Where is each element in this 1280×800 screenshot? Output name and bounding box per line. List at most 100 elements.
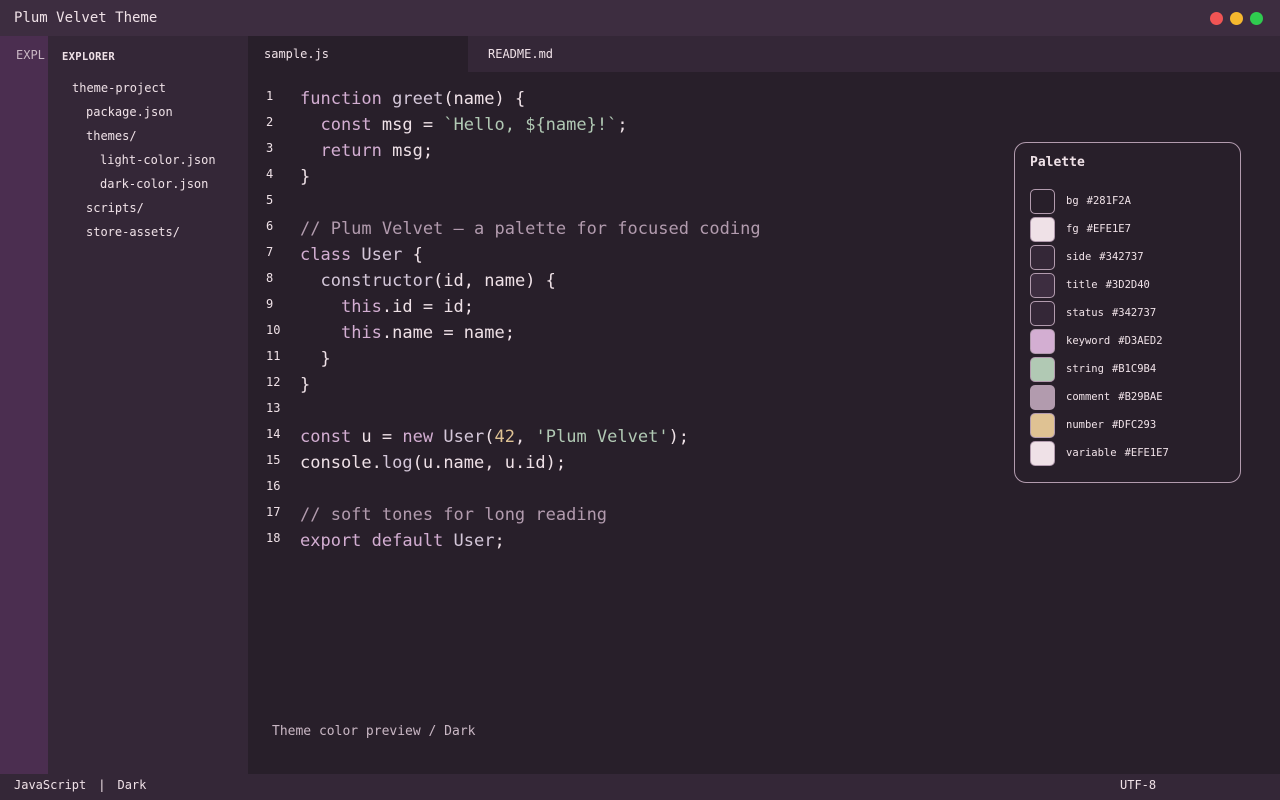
palette-title: Palette [1030,155,1085,170]
code-token: greet [392,89,444,109]
palette-hex: #342737 [1099,251,1144,263]
tree-item[interactable]: themes/ [86,129,137,143]
code-text: } [300,167,310,187]
tree-item[interactable]: scripts/ [86,201,144,215]
code-line: 9 this.id = id; [248,297,1008,323]
palette-label: comment #B29BAE [1066,391,1163,403]
code-token: ; [494,531,505,551]
code-text: class User { [300,245,423,265]
palette-label: side #342737 [1066,251,1144,263]
line-number: 11 [266,349,281,363]
activity-explorer-label[interactable]: EXPL [16,48,45,62]
palette-label: fg #EFE1E7 [1066,223,1131,235]
code-text: } [300,349,331,369]
code-token: 42 [494,427,516,447]
tab-label: sample.js [264,47,330,61]
tree-item[interactable]: theme-project [72,81,166,95]
status-separator: | [98,778,106,792]
line-number: 17 [266,505,281,519]
palette-label: bg #281F2A [1066,195,1131,207]
palette-entry: side #342737 [1030,245,1230,271]
code-token: this [340,297,382,317]
line-number: 5 [266,193,274,207]
code-token: User [443,427,485,447]
palette-label: number #DFC293 [1066,419,1156,431]
tab-sample-js[interactable]: sample.js [248,36,468,72]
code-token: log [381,453,413,473]
status-left: JavaScript | Dark [14,778,146,792]
status-encoding[interactable]: UTF-8 [1120,778,1156,792]
tree-item[interactable]: dark-color.json [100,177,208,191]
code-token: .id = id; [381,297,475,317]
code-line: 16 [248,479,1008,505]
code-token: (u.name, u.id); [412,453,567,473]
palette-entry: string #B1C9B4 [1030,357,1230,383]
code-text: constructor(id, name) { [300,271,555,291]
palette-hex: #B1C9B4 [1111,363,1157,375]
color-swatch [1030,357,1055,382]
code-token: msg = [381,115,444,135]
window-title: Plum Velvet Theme [14,10,158,26]
palette-name: status [1066,307,1104,319]
tree-item[interactable]: light-color.json [100,153,216,167]
code-token: new [402,427,444,447]
code-token: } [300,349,331,369]
tree-item[interactable]: package.json [86,105,173,119]
code-token: ); [668,427,690,447]
code-token: return [320,141,393,161]
code-token: class [300,245,362,265]
code-token: ; [617,115,628,135]
code-token: (name) { [443,89,526,109]
palette-name: variable [1066,447,1117,459]
palette-hex: #342737 [1111,307,1157,319]
line-number: 6 [266,219,274,233]
palette-hex: #D3AED2 [1118,335,1163,347]
close-button[interactable] [1210,12,1223,25]
tree-item[interactable]: store-assets/ [86,225,180,239]
line-number: 13 [266,401,281,415]
palette-entry: number #DFC293 [1030,413,1230,439]
color-swatch [1030,441,1055,466]
code-line: 7 class User { [248,245,1008,271]
palette-label: keyword #D3AED2 [1066,335,1163,347]
code-text: function greet(name) { [300,89,525,109]
palette-entry: title #3D2D40 [1030,273,1230,299]
code-token: const [300,427,362,447]
preview-label: Theme color preview / Dark [272,724,476,739]
code-text: // soft tones for long reading [300,505,607,525]
line-number: 8 [266,271,274,285]
palette-entry: variable #EFE1E7 [1030,441,1230,467]
code-text: const msg = `Hello, ${name}!`; [300,115,628,135]
code-line: 8 constructor(id, name) { [248,271,1008,297]
maximize-button[interactable] [1250,12,1263,25]
line-number: 9 [266,297,274,311]
palette-label: string #B1C9B4 [1066,363,1156,375]
code-token: ( [484,427,495,447]
code-token: function [300,89,393,109]
tab-readme-md[interactable]: README.md [472,36,612,72]
line-number: 12 [266,375,281,389]
palette-entry: fg #EFE1E7 [1030,217,1230,243]
line-number: 16 [266,479,281,493]
code-line: 2 const msg = `Hello, ${name}!`; [248,115,1008,141]
palette-hex: #EFE1E7 [1124,447,1169,459]
minimize-button[interactable] [1230,12,1243,25]
code-line: 4} [248,167,1008,193]
palette-name: comment [1066,391,1111,403]
code-text: // Plum Velvet — a palette for focused c… [300,219,761,239]
color-swatch [1030,329,1055,354]
palette-label: status #342737 [1066,307,1156,319]
line-number: 7 [266,245,274,259]
code-text: export default User; [300,531,505,551]
palette-label: variable #EFE1E7 [1066,447,1169,459]
palette-name: bg [1066,195,1079,207]
code-line: 5 [248,193,1008,219]
code-token: , [515,427,536,447]
palette-name: title [1066,279,1098,291]
code-line: 12} [248,375,1008,401]
status-language[interactable]: JavaScript [14,778,86,792]
code-line: 13 [248,401,1008,427]
status-theme[interactable]: Dark [117,778,146,792]
